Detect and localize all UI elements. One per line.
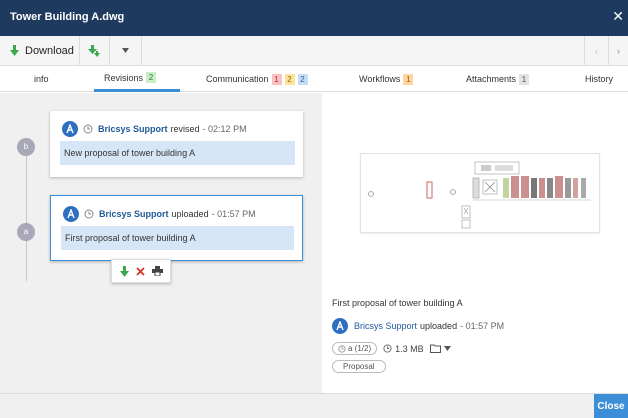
revision-comment: First proposal of tower building A [61,226,294,250]
preview-tags: Proposal [332,360,386,373]
chevron-down-icon[interactable] [443,346,451,351]
tab-label: Workflows [359,74,401,84]
print-icon[interactable] [151,266,163,276]
download-label: Download [25,44,74,57]
download-options-button[interactable] [80,36,110,65]
communication-badge-red: 1 [271,73,282,85]
attachments-badge: 1 [519,73,530,85]
download-button[interactable]: Download [0,36,80,65]
preview-author-row: Bricsys Support uploaded - 01:57 PM [332,318,504,334]
avatar [332,318,348,334]
revision-list: b a Bricsys Support revised - 02:12 PM N… [0,93,322,393]
revision-action: revised [170,124,200,134]
tab-revisions[interactable]: Revisions 2 [94,66,180,92]
author-name[interactable]: Bricsys Support [354,321,417,331]
toolbar: Download ‹ › [0,36,628,66]
user-logo-icon [67,209,75,219]
version-label: a (1/2) [348,344,372,353]
tab-label: Attachments [466,74,517,84]
chevron-down-icon [122,48,129,53]
revision-time: - 01:57 PM [211,209,256,219]
avatar [62,121,78,137]
drawing-thumbnail[interactable] [360,153,600,233]
revision-marker-a[interactable]: a [17,223,35,241]
close-button[interactable]: Close [594,394,628,418]
version-pill[interactable]: a (1/2) [332,342,378,355]
preview-metadata: a (1/2) 1.3 MB [332,342,451,355]
download-arrow-icon [10,45,19,56]
delete-icon[interactable] [135,266,145,276]
footer: Close [0,393,628,418]
revision-marker-b[interactable]: b [17,138,35,156]
title-bar: Tower Building A.dwg ✕ [0,0,628,36]
clock-icon [383,344,392,353]
revision-header: Bricsys Support revised - 02:12 PM [62,121,247,137]
folder-icon[interactable] [429,344,441,353]
communication-badge-yellow: 2 [284,73,295,85]
revision-card-b[interactable]: Bricsys Support revised - 02:12 PM New p… [50,111,303,177]
revision-card-a[interactable]: Bricsys Support uploaded - 01:57 PM Firs… [50,195,303,261]
file-size: 1.3 MB [395,343,424,354]
revision-comment: New proposal of tower building A [60,141,295,165]
drawing-preview-image [368,161,591,229]
preview-comment: First proposal of tower building A [332,298,463,308]
revision-preview-panel: First proposal of tower building A Brics… [322,93,628,393]
chevron-left-icon: ‹ [595,45,598,56]
tab-label: Revisions [104,72,144,83]
revisions-count-badge: 2 [146,72,157,83]
tab-history[interactable]: History [585,66,613,92]
revision-actions-popup [111,259,171,283]
download-multiple-icon [88,45,100,57]
chevron-right-icon: › [617,45,620,56]
window-title: Tower Building A.dwg [10,11,125,23]
history-icon [83,124,93,134]
tab-workflows[interactable]: Workflows 1 [359,66,414,92]
timeline-line [26,145,27,281]
tab-attachments[interactable]: Attachments 1 [466,66,530,92]
more-options-dropdown[interactable] [110,36,142,65]
user-logo-icon [336,321,344,331]
communication-badge-blue: 2 [297,73,308,85]
history-icon [84,209,94,219]
revision-time: - 01:57 PM [460,321,505,331]
previous-button[interactable]: ‹ [584,36,608,65]
tab-label: Communication [206,74,269,84]
workflows-badge: 1 [403,73,414,85]
revision-header: Bricsys Support uploaded - 01:57 PM [63,206,256,222]
revision-action: uploaded [171,209,209,219]
user-logo-icon [66,124,74,134]
tab-bar: info Revisions 2 Communication 1 2 2 Wor… [0,66,628,92]
tab-info[interactable]: info [34,66,49,92]
revision-time: - 02:12 PM [202,124,247,134]
avatar [63,206,79,222]
author-name[interactable]: Bricsys Support [99,209,169,219]
next-button[interactable]: › [608,36,628,65]
tab-label: History [585,74,614,84]
tag-pill[interactable]: Proposal [332,360,386,373]
author-name[interactable]: Bricsys Support [98,124,168,134]
revision-action: uploaded [420,321,458,331]
tab-label: info [34,74,49,84]
download-icon[interactable] [119,265,129,277]
tab-communication[interactable]: Communication 1 2 2 [206,66,308,92]
close-icon[interactable]: ✕ [612,9,624,23]
history-icon [338,344,346,353]
